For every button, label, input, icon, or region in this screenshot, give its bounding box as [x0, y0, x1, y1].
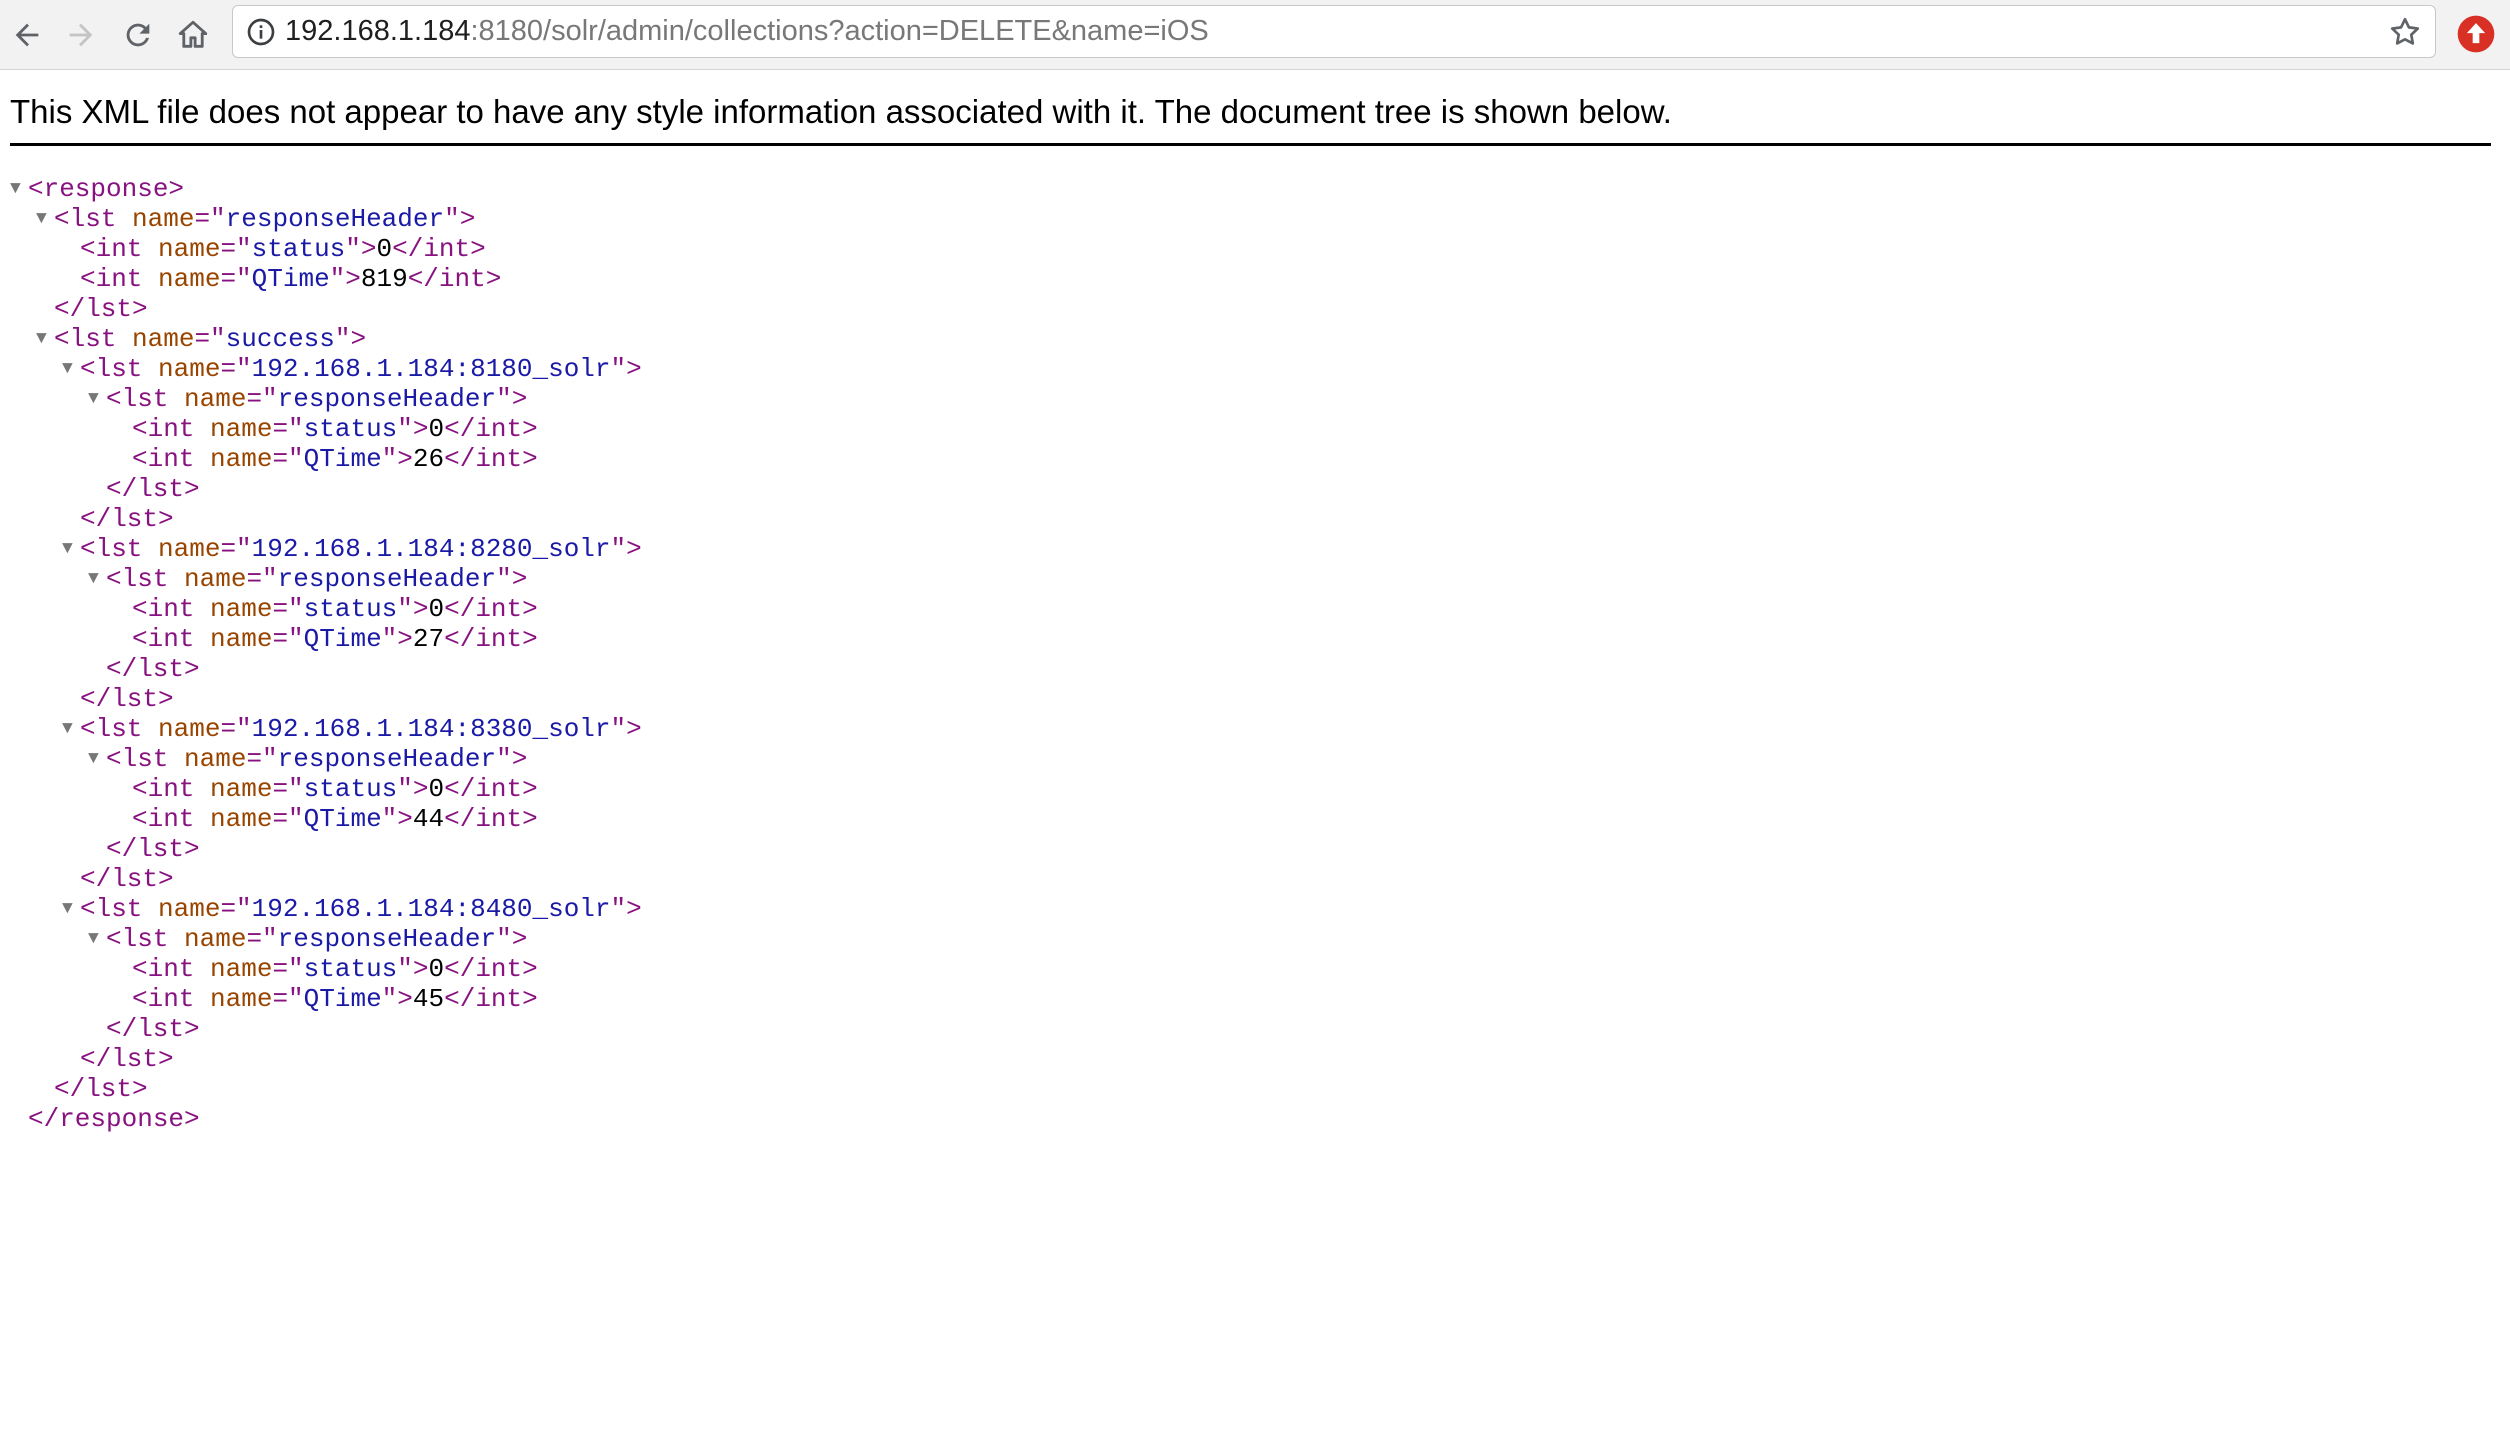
collapse-toggle-icon[interactable]: ▼	[62, 714, 73, 744]
url-host: 192.168.1.184	[285, 15, 471, 47]
collapse-toggle-icon[interactable]: ▼	[62, 894, 73, 924]
collapse-toggle-icon[interactable]: ▼	[88, 924, 99, 954]
notice-divider	[10, 143, 2491, 146]
browser-toolbar: 192.168.1.184:8180/solr/admin/collection…	[0, 0, 2510, 70]
attr-value: 192.168.1.184:8180_solr	[251, 354, 611, 384]
attr-value: responseHeader	[277, 384, 497, 414]
attr-value: 192.168.1.184:8380_solr	[251, 714, 611, 744]
collapse-toggle-icon[interactable]: ▼	[36, 204, 47, 234]
int-value: 0	[428, 954, 445, 984]
extension-icon[interactable]	[2456, 14, 2496, 54]
collapse-toggle-icon[interactable]: ▼	[10, 174, 21, 204]
int-value: 27	[412, 624, 445, 654]
int-value: 0	[428, 774, 445, 804]
attr-value: success	[225, 324, 335, 354]
back-button[interactable]	[2, 10, 52, 60]
reload-button[interactable]	[113, 10, 163, 60]
int-value: 45	[412, 984, 445, 1014]
int-value: 0	[428, 414, 445, 444]
reload-icon	[126, 23, 150, 47]
collapse-toggle-icon[interactable]: ▼	[36, 324, 47, 354]
collapse-toggle-icon[interactable]: ▼	[88, 744, 99, 774]
attr-value: responseHeader	[277, 564, 497, 594]
forward-button[interactable]	[56, 10, 106, 60]
attr-value: 192.168.1.184:8480_solr	[251, 894, 611, 924]
response-close-tag: </response>	[28, 1104, 200, 1134]
int-value: 819	[360, 264, 408, 294]
back-arrow-icon	[15, 23, 39, 47]
url-path: :8180/solr/admin/collections?action=DELE…	[470, 15, 1209, 47]
xml-notice: This XML file does not appear to have an…	[10, 93, 1672, 130]
star-icon[interactable]	[2387, 14, 2423, 50]
collapse-toggle-icon[interactable]: ▼	[62, 354, 73, 384]
response-open-tag: <response>	[28, 174, 185, 204]
attr-value: responseHeader	[225, 204, 445, 234]
int-value: 44	[412, 804, 445, 834]
collapse-toggle-icon[interactable]: ▼	[62, 534, 73, 564]
collapse-toggle-icon[interactable]: ▼	[88, 564, 99, 594]
address-bar[interactable]: 192.168.1.184:8180/solr/admin/collection…	[232, 5, 2436, 58]
home-icon	[178, 20, 208, 48]
attr-value: responseHeader	[277, 924, 497, 954]
int-value: 26	[412, 444, 445, 474]
int-value: 0	[376, 234, 393, 264]
forward-arrow-icon	[69, 23, 93, 47]
attr-value: responseHeader	[277, 744, 497, 774]
int-value: 0	[428, 594, 445, 624]
attr-value: 192.168.1.184:8280_solr	[251, 534, 611, 564]
home-button[interactable]	[168, 10, 218, 60]
collapse-toggle-icon[interactable]: ▼	[88, 384, 99, 414]
info-icon[interactable]	[245, 16, 277, 48]
url-text[interactable]: 192.168.1.184:8180/solr/admin/collection…	[285, 6, 1209, 56]
